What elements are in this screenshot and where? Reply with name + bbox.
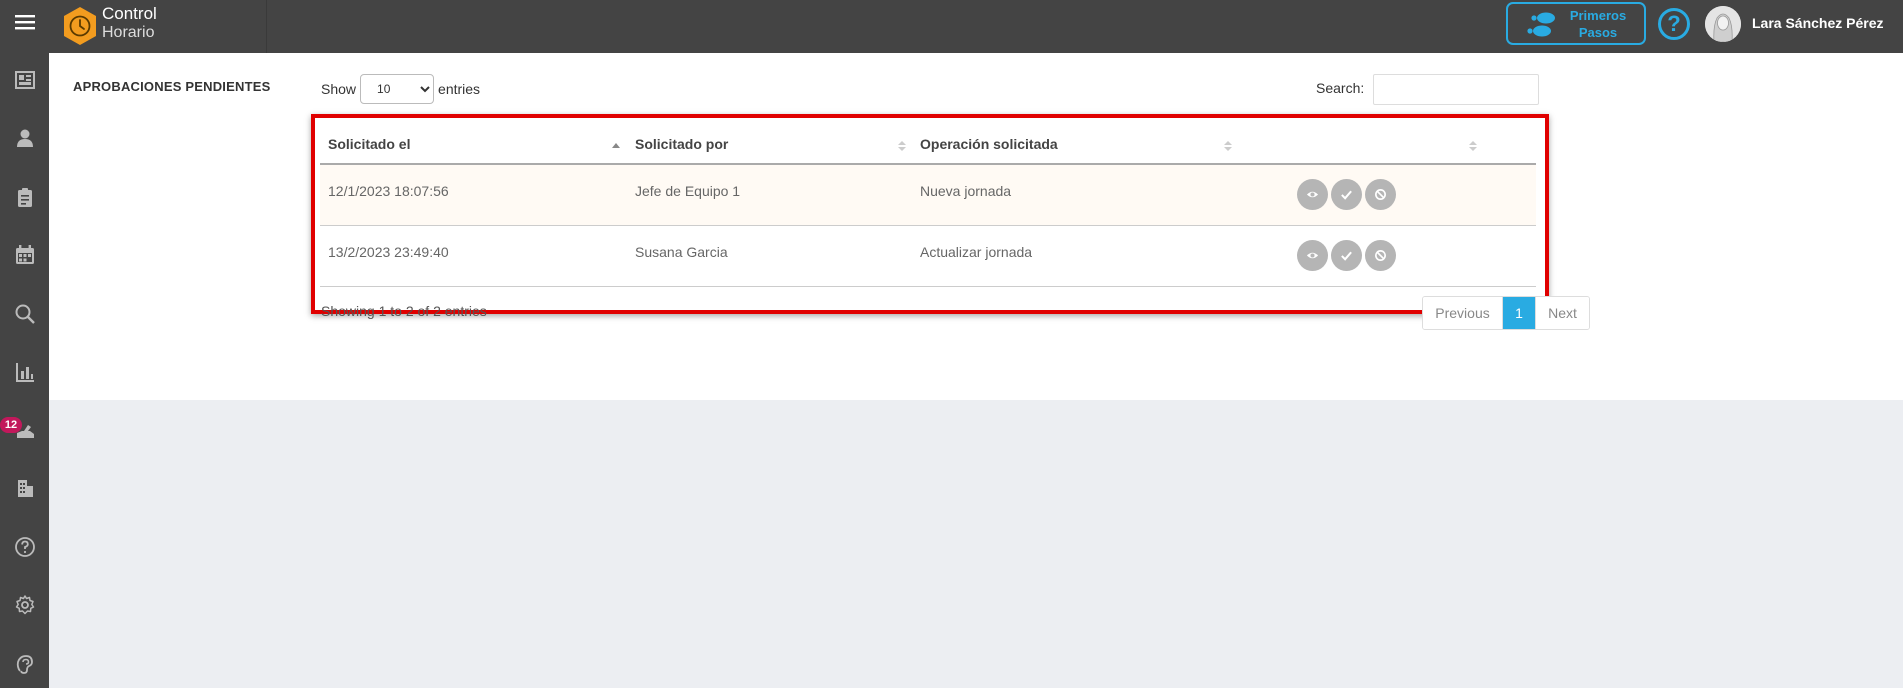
menu-icon[interactable] [0, 0, 49, 44]
help-button[interactable]: ? [1658, 8, 1690, 40]
approve-button[interactable] [1331, 240, 1362, 271]
brand-name-line1: Control [102, 4, 157, 23]
brand-name-line2: Horario [102, 24, 155, 41]
clock-logo-icon [64, 7, 96, 45]
dashboard-icon[interactable] [0, 58, 49, 102]
reject-button[interactable] [1365, 179, 1396, 210]
search-label: Search: [1316, 80, 1365, 96]
cell-requested-on: 13/2/2023 23:49:40 [328, 244, 449, 260]
cell-operation: Nueva jornada [920, 183, 1012, 199]
sort-both-icon[interactable] [1469, 140, 1477, 152]
page-length-select[interactable]: 10 [360, 74, 435, 104]
reject-button[interactable] [1365, 240, 1396, 271]
ban-icon [1375, 250, 1386, 261]
support-icon[interactable] [0, 642, 49, 686]
first-steps-button[interactable]: Primeros Pasos [1506, 2, 1646, 45]
cell-requested-by: Jefe de Equipo 1 [635, 183, 741, 199]
building-icon[interactable] [0, 466, 49, 510]
approvals-table: Solicitado el Solicitado por Operación s… [320, 122, 1536, 287]
footprints-icon [1527, 12, 1555, 36]
eye-icon [1306, 252, 1319, 259]
settings-icon[interactable] [0, 583, 49, 627]
entries-label: entries [438, 81, 481, 97]
avatar[interactable] [1705, 6, 1741, 42]
column-header-requested-on[interactable]: Solicitado el [328, 122, 410, 165]
cell-operation: Actualizar jornada [920, 244, 1033, 260]
sort-asc-icon[interactable] [612, 140, 620, 152]
check-icon [1341, 251, 1352, 261]
table-info: Showing 1 to 2 of 2 entries [321, 303, 487, 319]
page-title: APROBACIONES PENDIENTES [73, 79, 271, 94]
eye-icon [1306, 191, 1319, 198]
top-bar: Control Horario Primeros Pasos ? Lara Sá… [49, 0, 1903, 53]
pagination-next[interactable]: Next [1535, 297, 1589, 329]
approve-button[interactable] [1331, 179, 1362, 210]
first-steps-label-line1: Primeros [1569, 7, 1627, 23]
check-icon [1341, 190, 1352, 200]
clipboard-icon[interactable] [0, 175, 49, 219]
user-name[interactable]: Lara Sánchez Pérez [1752, 15, 1884, 31]
table-row: 13/2/2023 23:49:40 Susana Garcia Actuali… [320, 226, 1536, 287]
column-header-requested-by[interactable]: Solicitado por [635, 122, 728, 165]
pagination: Previous 1 Next [1422, 296, 1590, 330]
table-row: 12/1/2023 18:07:56 Jefe de Equipo 1 Nuev… [320, 165, 1536, 226]
cell-requested-on: 12/1/2023 18:07:56 [328, 183, 449, 199]
row-actions [1297, 240, 1396, 271]
cell-requested-by: Susana Garcia [635, 244, 728, 260]
search-icon[interactable] [0, 292, 49, 336]
first-steps-label-line2: Pasos [1578, 24, 1618, 40]
table-header: Solicitado el Solicitado por Operación s… [320, 122, 1536, 165]
help-icon[interactable] [0, 525, 49, 569]
user-icon[interactable] [0, 116, 49, 160]
sort-both-icon[interactable] [1224, 140, 1232, 152]
pagination-page-1[interactable]: 1 [1503, 297, 1535, 329]
calendar-icon[interactable] [0, 233, 49, 277]
sort-both-icon[interactable] [898, 140, 906, 152]
column-header-operation[interactable]: Operación solicitada [920, 122, 1058, 165]
brand[interactable]: Control Horario [49, 0, 267, 53]
pending-count-badge: 12 [0, 417, 22, 433]
report-icon[interactable] [0, 350, 49, 394]
view-button[interactable] [1297, 240, 1328, 271]
ban-icon [1375, 189, 1386, 200]
show-label: Show [321, 81, 357, 97]
row-actions [1297, 179, 1396, 210]
search-input[interactable] [1373, 74, 1539, 105]
page-length-control: Show 10 entries [321, 74, 480, 104]
sidebar: 12 [0, 0, 49, 688]
pagination-previous[interactable]: Previous [1423, 297, 1503, 329]
view-button[interactable] [1297, 179, 1328, 210]
